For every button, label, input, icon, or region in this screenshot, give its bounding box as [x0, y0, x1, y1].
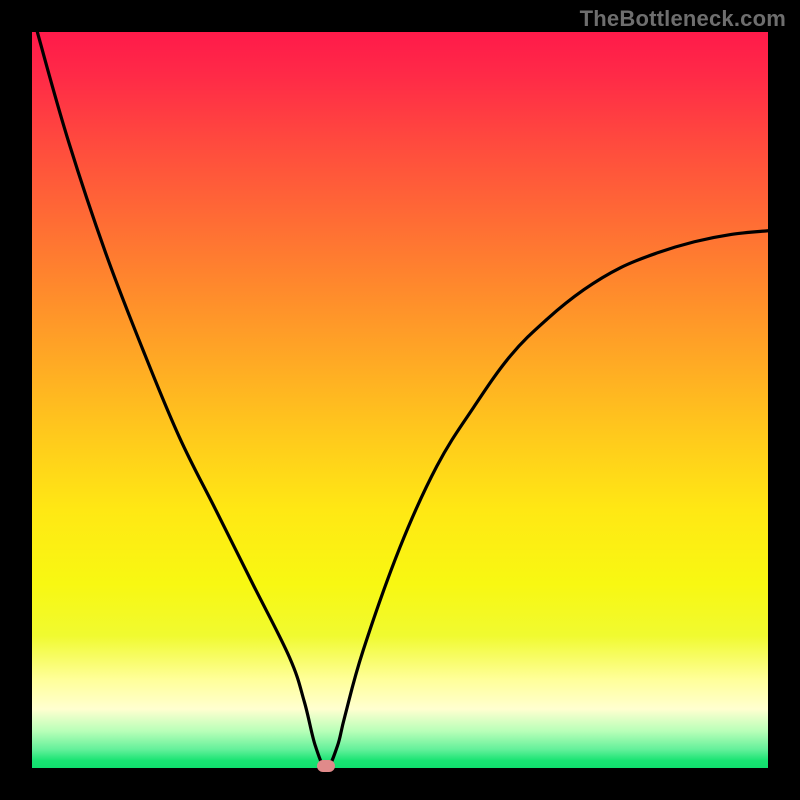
watermark-text: TheBottleneck.com	[580, 6, 786, 32]
marker-pill	[317, 760, 335, 772]
plot-area	[32, 32, 768, 768]
chart-svg	[32, 32, 768, 768]
gradient-background	[32, 32, 768, 768]
outer-frame: TheBottleneck.com	[0, 0, 800, 800]
